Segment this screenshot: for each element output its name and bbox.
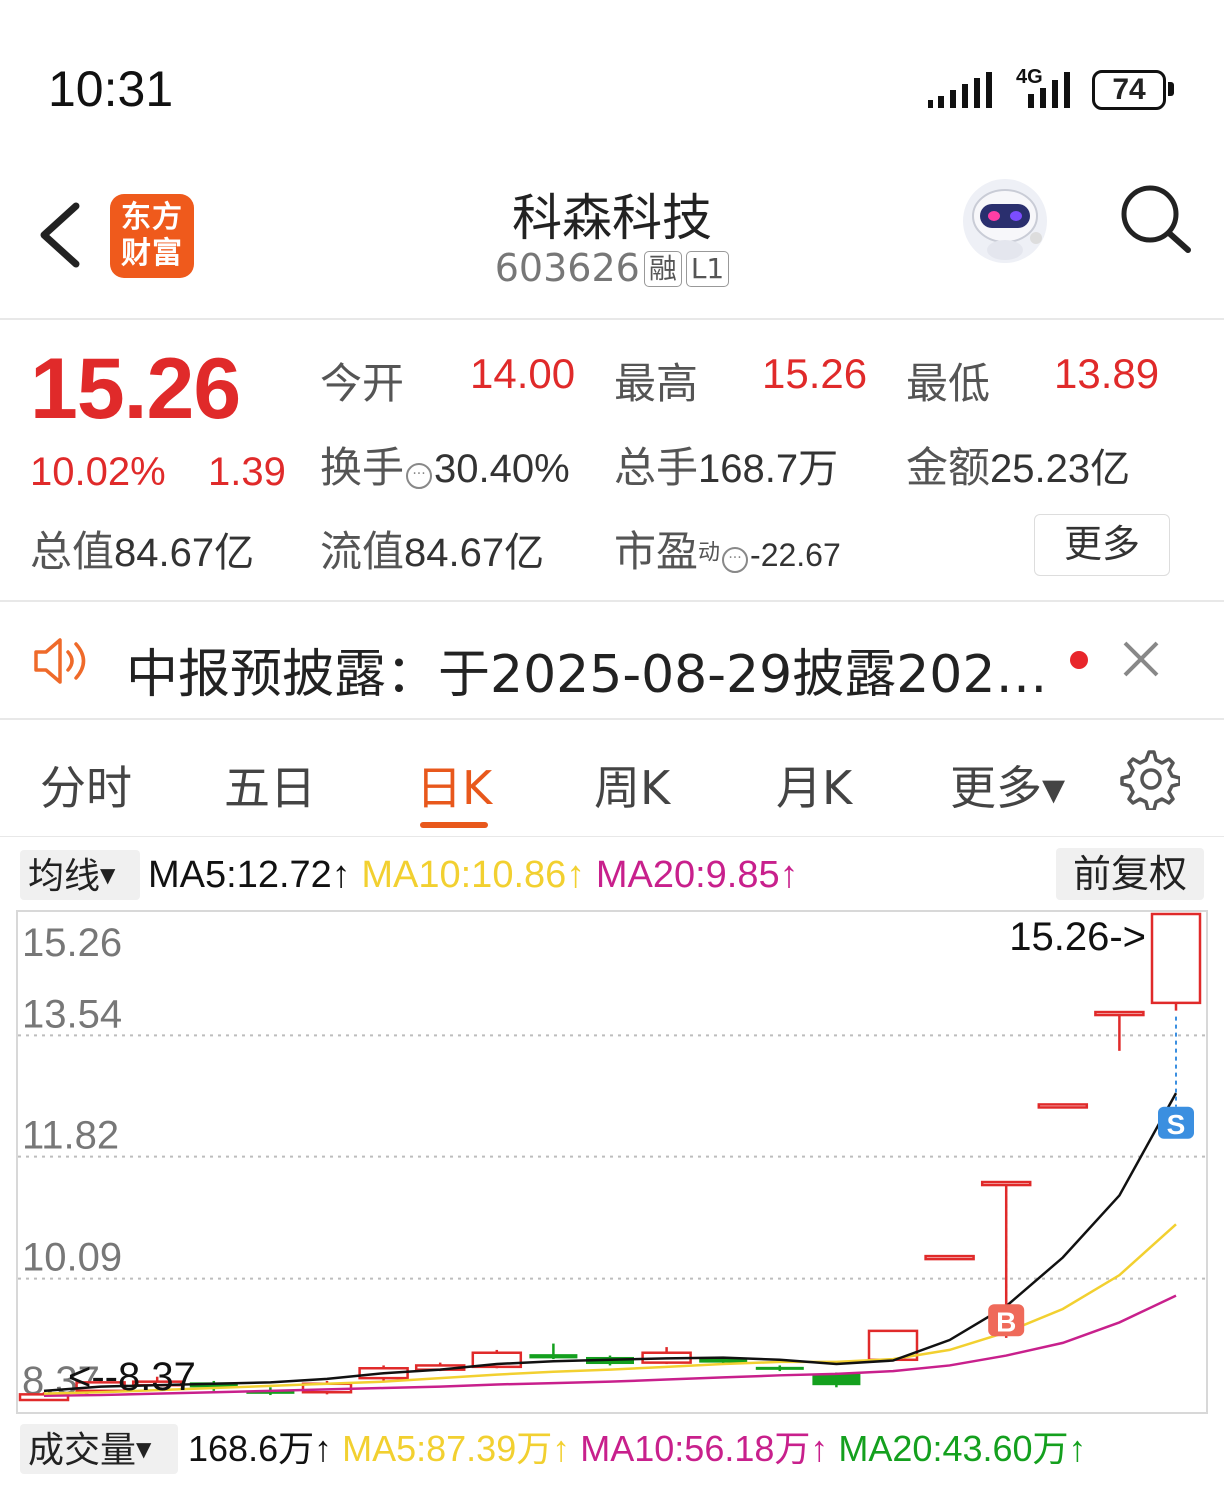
tab-more[interactable]: 更多▾ — [950, 752, 1065, 818]
candle-body — [924, 1254, 975, 1261]
candle-body — [812, 1373, 861, 1386]
indicator-select[interactable]: 均线▼ — [20, 850, 140, 900]
turnover-item: 换手 ··· 30.40% — [320, 434, 570, 495]
high-value: 15.26 — [762, 350, 868, 397]
candle-body — [529, 1354, 578, 1359]
volume-ma5: MA5:87.39万↑ — [342, 1428, 571, 1469]
float-cap-label: 流值 — [320, 527, 405, 576]
y-tick-label: 15.26 — [22, 921, 122, 965]
change-amount: 1.39 — [208, 450, 286, 494]
battery-indicator: 74 — [1092, 70, 1166, 110]
notice-text[interactable]: 中报预披露：于2025-08-29披露202… — [126, 632, 1047, 707]
buy-marker-label: B — [996, 1306, 1016, 1337]
price-adjust-button[interactable]: 前复权 — [1056, 848, 1204, 900]
amount-value: 25.23亿 — [990, 447, 1131, 491]
market-cap-label: 总值 — [30, 527, 115, 576]
current-price: 15.26 — [30, 341, 241, 437]
quote-divider — [0, 600, 1224, 602]
robot-assistant-icon[interactable] — [960, 176, 1050, 266]
y-tick-label: 13.54 — [22, 992, 122, 1036]
candle-body — [755, 1366, 804, 1370]
notice-divider — [0, 718, 1224, 720]
pe-value: -22.67 — [750, 537, 841, 573]
dropdown-arrow-icon: ▼ — [100, 863, 116, 887]
high-label: 最高 — [614, 359, 699, 408]
low-label: 最低 — [906, 359, 991, 408]
float-cap-value: 84.67亿 — [404, 531, 545, 575]
tab-daily-k[interactable]: 日K — [416, 752, 492, 818]
speaker-icon — [34, 638, 86, 684]
volume-select-label: 成交量 — [28, 1430, 137, 1471]
low-value: 13.89 — [1054, 350, 1160, 397]
info-icon[interactable]: ··· — [722, 547, 749, 573]
pe-label: 市盈 — [614, 527, 699, 576]
candle-body — [1150, 912, 1202, 1005]
status-time: 10:31 — [48, 61, 174, 117]
tabs-divider — [0, 836, 1224, 837]
volume-indicator-select[interactable]: 成交量▼ — [20, 1424, 178, 1474]
active-tab-indicator — [420, 822, 488, 828]
volume-ma20: MA20:43.60万↑ — [838, 1428, 1087, 1469]
battery-tip — [1168, 82, 1174, 96]
market-cap-value: 84.67亿 — [114, 531, 255, 575]
gear-icon[interactable] — [1118, 748, 1180, 810]
volume-value: 168.6万↑ — [188, 1428, 333, 1469]
turnover-label: 换手 — [320, 443, 405, 492]
tab-weekly-k[interactable]: 周K — [594, 752, 670, 818]
volume-label: 总手 — [614, 443, 699, 492]
candle-body — [1037, 1103, 1089, 1109]
y-tick-label: 11.82 — [22, 1114, 119, 1158]
volume-ma10: MA10:56.18万↑ — [580, 1428, 829, 1469]
candle-body — [1094, 1010, 1145, 1017]
volume-value: 168.7万 — [698, 447, 839, 491]
max-price-label: 15.26-> — [1009, 915, 1146, 959]
search-icon[interactable] — [1120, 184, 1192, 256]
ma-values-row: MA5:12.72↑ MA10:10.86↑ MA20:9.85↑ — [148, 850, 799, 900]
min-price-label: <--8.37 — [68, 1355, 196, 1399]
pe-dynamic-mark: 动 — [698, 540, 721, 566]
float-cap-item: 流值84.67亿 — [320, 518, 544, 579]
tab-five-day[interactable]: 五日 — [224, 752, 316, 818]
volume-item: 总手168.7万 — [614, 434, 838, 495]
volume-values-row: 168.6万↑ MA5:87.39万↑ MA10:56.18万↑ MA20:43… — [188, 1424, 1087, 1474]
tab-monthly-k[interactable]: 月K — [776, 752, 852, 818]
open-label: 今开 — [320, 359, 405, 408]
ma5-value: MA5:12.72↑ — [148, 854, 351, 896]
more-quote-button[interactable]: 更多 — [1034, 514, 1170, 576]
level-badge: L1 — [685, 251, 730, 287]
dropdown-arrow-icon: ▼ — [136, 1437, 152, 1461]
open-value: 14.00 — [470, 350, 576, 397]
header-divider — [0, 318, 1224, 320]
amount-label: 金额 — [906, 443, 991, 492]
tab-intraday[interactable]: 分时 — [40, 752, 132, 818]
ma10-value: MA10:10.86↑ — [361, 854, 586, 896]
sell-marker-label: S — [1167, 1109, 1186, 1140]
stock-code: 603626 — [494, 246, 640, 290]
indicator-select-label: 均线 — [28, 856, 101, 897]
change-percent: 10.02% — [30, 450, 166, 494]
ma20-value: MA20:9.85↑ — [595, 854, 799, 896]
signal-strength-icon — [928, 72, 992, 108]
turnover-value: 30.40% — [434, 447, 570, 491]
candle-body — [980, 1180, 1032, 1187]
y-tick-label: 10.09 — [22, 1236, 122, 1280]
info-icon[interactable]: ··· — [406, 463, 433, 489]
close-icon[interactable] — [1122, 640, 1160, 678]
amount-item: 金额25.23亿 — [906, 434, 1130, 495]
margin-badge: 融 — [643, 251, 682, 287]
pe-item: 市盈动 ··· -22.67 — [614, 518, 841, 579]
unread-dot — [1070, 651, 1088, 669]
market-cap-item: 总值84.67亿 — [30, 518, 254, 579]
chart-frame — [16, 910, 1208, 1414]
signal-strength-4g-icon — [1028, 72, 1070, 108]
kline-chart[interactable]: 15.2613.5411.8210.098.3715.26-><--8.37BS — [16, 910, 1208, 1414]
